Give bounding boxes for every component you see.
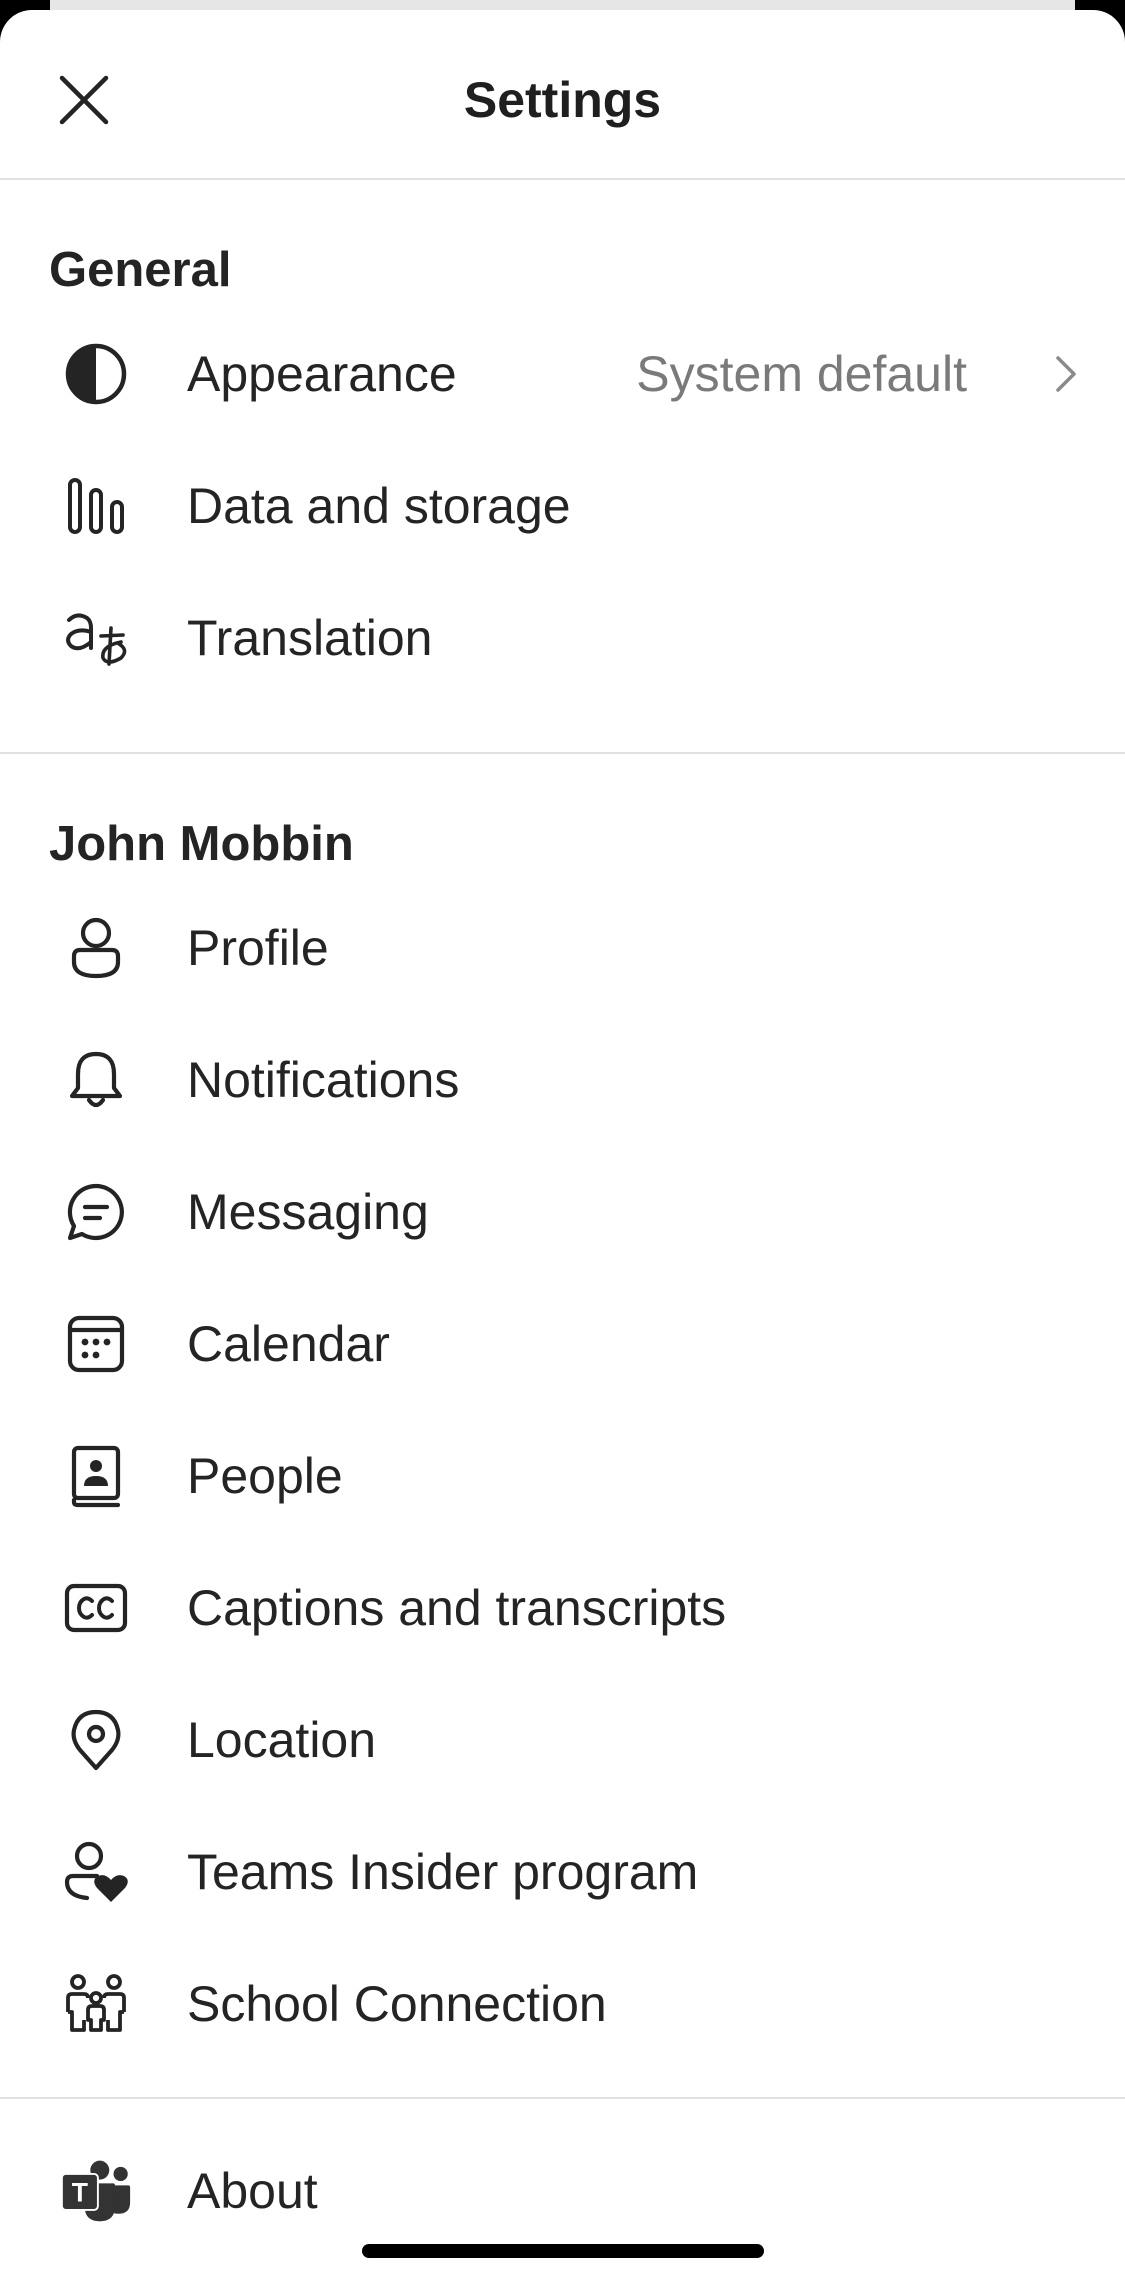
settings-item-appearance[interactable]: Appearance System default: [0, 308, 1125, 440]
calendar-icon: [60, 1308, 132, 1380]
chevron-right-icon: [1056, 356, 1076, 392]
section-heading-general: General: [49, 243, 232, 297]
settings-item-label: School Connection: [187, 1976, 607, 2032]
section-heading-account: John Mobbin: [49, 817, 354, 871]
settings-item-label: People: [187, 1448, 343, 1504]
settings-item-label: Location: [187, 1712, 377, 1768]
settings-item-captions[interactable]: Captions and transcripts: [0, 1542, 1125, 1674]
location-pin-icon: [60, 1704, 132, 1776]
teams-logo-icon: T: [60, 2155, 132, 2227]
data-storage-icon: [60, 470, 132, 542]
settings-item-messaging[interactable]: Messaging: [0, 1146, 1125, 1278]
teams-logo-letter: T: [72, 2177, 88, 2207]
home-indicator: [362, 2244, 764, 2258]
settings-item-label: Notifications: [187, 1052, 460, 1108]
settings-item-teams-insider[interactable]: Teams Insider program: [0, 1806, 1125, 1938]
settings-item-label: Calendar: [187, 1316, 390, 1372]
settings-item-label: Data and storage: [187, 478, 571, 534]
bell-icon: [60, 1044, 132, 1116]
family-icon: [60, 1968, 132, 2040]
settings-item-label: Teams Insider program: [187, 1844, 699, 1900]
settings-item-calendar[interactable]: Calendar: [0, 1278, 1125, 1410]
translation-icon: [60, 602, 132, 674]
settings-item-data-storage[interactable]: Data and storage: [0, 440, 1125, 572]
settings-item-notifications[interactable]: Notifications: [0, 1014, 1125, 1146]
settings-item-profile[interactable]: Profile: [0, 882, 1125, 1014]
chat-icon: [60, 1176, 132, 1248]
settings-item-school-connection[interactable]: School Connection: [0, 1938, 1125, 2070]
settings-item-label: Profile: [187, 920, 329, 976]
profile-icon: [60, 912, 132, 984]
appearance-icon: [60, 338, 132, 410]
settings-item-label: Appearance: [187, 346, 457, 402]
settings-item-about[interactable]: T About: [0, 2125, 1125, 2257]
appearance-value: System default: [636, 346, 967, 402]
settings-item-label: Translation: [187, 610, 433, 666]
settings-item-label: Captions and transcripts: [187, 1580, 727, 1636]
settings-sheet: Settings General Appearance System defau…: [0, 10, 1125, 2284]
settings-item-people[interactable]: People: [0, 1410, 1125, 1542]
header: Settings: [0, 10, 1125, 180]
person-heart-icon: [60, 1836, 132, 1908]
settings-item-label: About: [187, 2163, 318, 2219]
settings-item-translation[interactable]: Translation: [0, 572, 1125, 704]
settings-item-location[interactable]: Location: [0, 1674, 1125, 1806]
settings-item-label: Messaging: [187, 1184, 429, 1240]
contact-book-icon: [60, 1440, 132, 1512]
closed-captions-icon: [60, 1572, 132, 1644]
page-title: Settings: [463, 72, 662, 128]
